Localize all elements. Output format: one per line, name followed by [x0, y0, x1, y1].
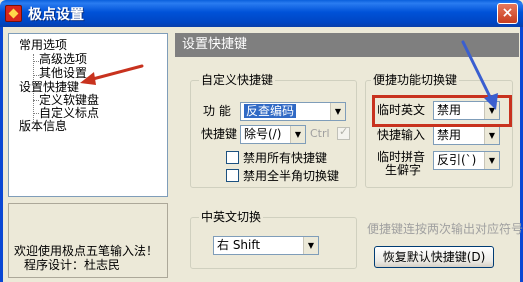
chevron-down-icon: ▼ [484, 127, 499, 144]
tree-item-general[interactable]: 常用选项 [19, 39, 67, 52]
quick-input-label: 快捷输入 [377, 128, 426, 142]
function-switch-group-title: 便捷功能切换键 [371, 73, 460, 87]
ctrl-checkbox[interactable] [337, 125, 350, 140]
restore-defaults-button[interactable]: 恢复默认快捷键(D) [374, 246, 494, 268]
quick-input-select[interactable]: 禁用 ▼ [433, 126, 500, 145]
temp-pinyin-select[interactable]: 反引(`) ▼ [433, 151, 500, 170]
temp-pinyin-label-line1: 临时拼音 [377, 150, 426, 164]
tree-item-other[interactable]: 其他设置 [39, 67, 87, 80]
panel-header: 设置快捷键 [175, 33, 519, 57]
close-button[interactable]: × [497, 3, 518, 24]
cn-en-switch-select[interactable]: 右 Shift ▼ [213, 236, 319, 255]
shortcut-select-value: 除号(/) [244, 127, 282, 141]
function-select-value: 反查编码 [244, 104, 297, 118]
settings-tree: 常用选项 高级选项 其他设置 设置快捷键 定义软键盘 自定义标点 版本信息 [8, 33, 168, 197]
disable-all-shortcuts-label: 禁用所有快捷键 [243, 151, 328, 165]
chevron-down-icon: ▼ [303, 237, 318, 254]
disable-fullhalf-checkbox[interactable] [226, 169, 239, 182]
window-title: 极点设置 [28, 7, 84, 23]
disable-all-shortcuts-checkbox[interactable] [226, 151, 239, 164]
function-select[interactable]: 反查编码 ▼ [240, 102, 346, 121]
chevron-down-icon: ▼ [330, 103, 345, 120]
welcome-box: 欢迎使用极点五笔输入法！ 程序设计：杜志民 [8, 203, 168, 278]
highlight-box [372, 95, 512, 127]
window-frame-left [0, 27, 3, 282]
tree-item-advanced[interactable]: 高级选项 [39, 53, 87, 66]
tree-item-version[interactable]: 版本信息 [19, 120, 67, 133]
custom-shortcut-group-title: 自定义快捷键 [199, 73, 276, 87]
quick-input-value: 禁用 [437, 128, 462, 142]
app-icon [5, 5, 22, 22]
author-text: 程序设计：杜志民 [24, 258, 121, 272]
temp-pinyin-value: 反引(`) [437, 153, 477, 167]
hint-text: 便捷键连按两次输出对应符号 [367, 222, 523, 236]
shortcut-label: 快捷键 [201, 127, 238, 141]
cn-en-switch-group-title: 中英文切换 [199, 210, 264, 224]
chevron-down-icon: ▼ [290, 126, 305, 143]
shortcut-select[interactable]: 除号(/) ▼ [240, 125, 306, 144]
cn-en-switch-value: 右 Shift [217, 238, 261, 252]
title-bar: 极点设置 × [0, 0, 523, 27]
disable-fullhalf-label: 禁用全半角切换键 [243, 169, 340, 183]
temp-pinyin-label-line2: 生僻字 [385, 163, 422, 177]
ctrl-label: Ctrl [310, 127, 330, 140]
chevron-down-icon: ▼ [484, 152, 499, 169]
function-label: 功 能 [203, 104, 231, 118]
